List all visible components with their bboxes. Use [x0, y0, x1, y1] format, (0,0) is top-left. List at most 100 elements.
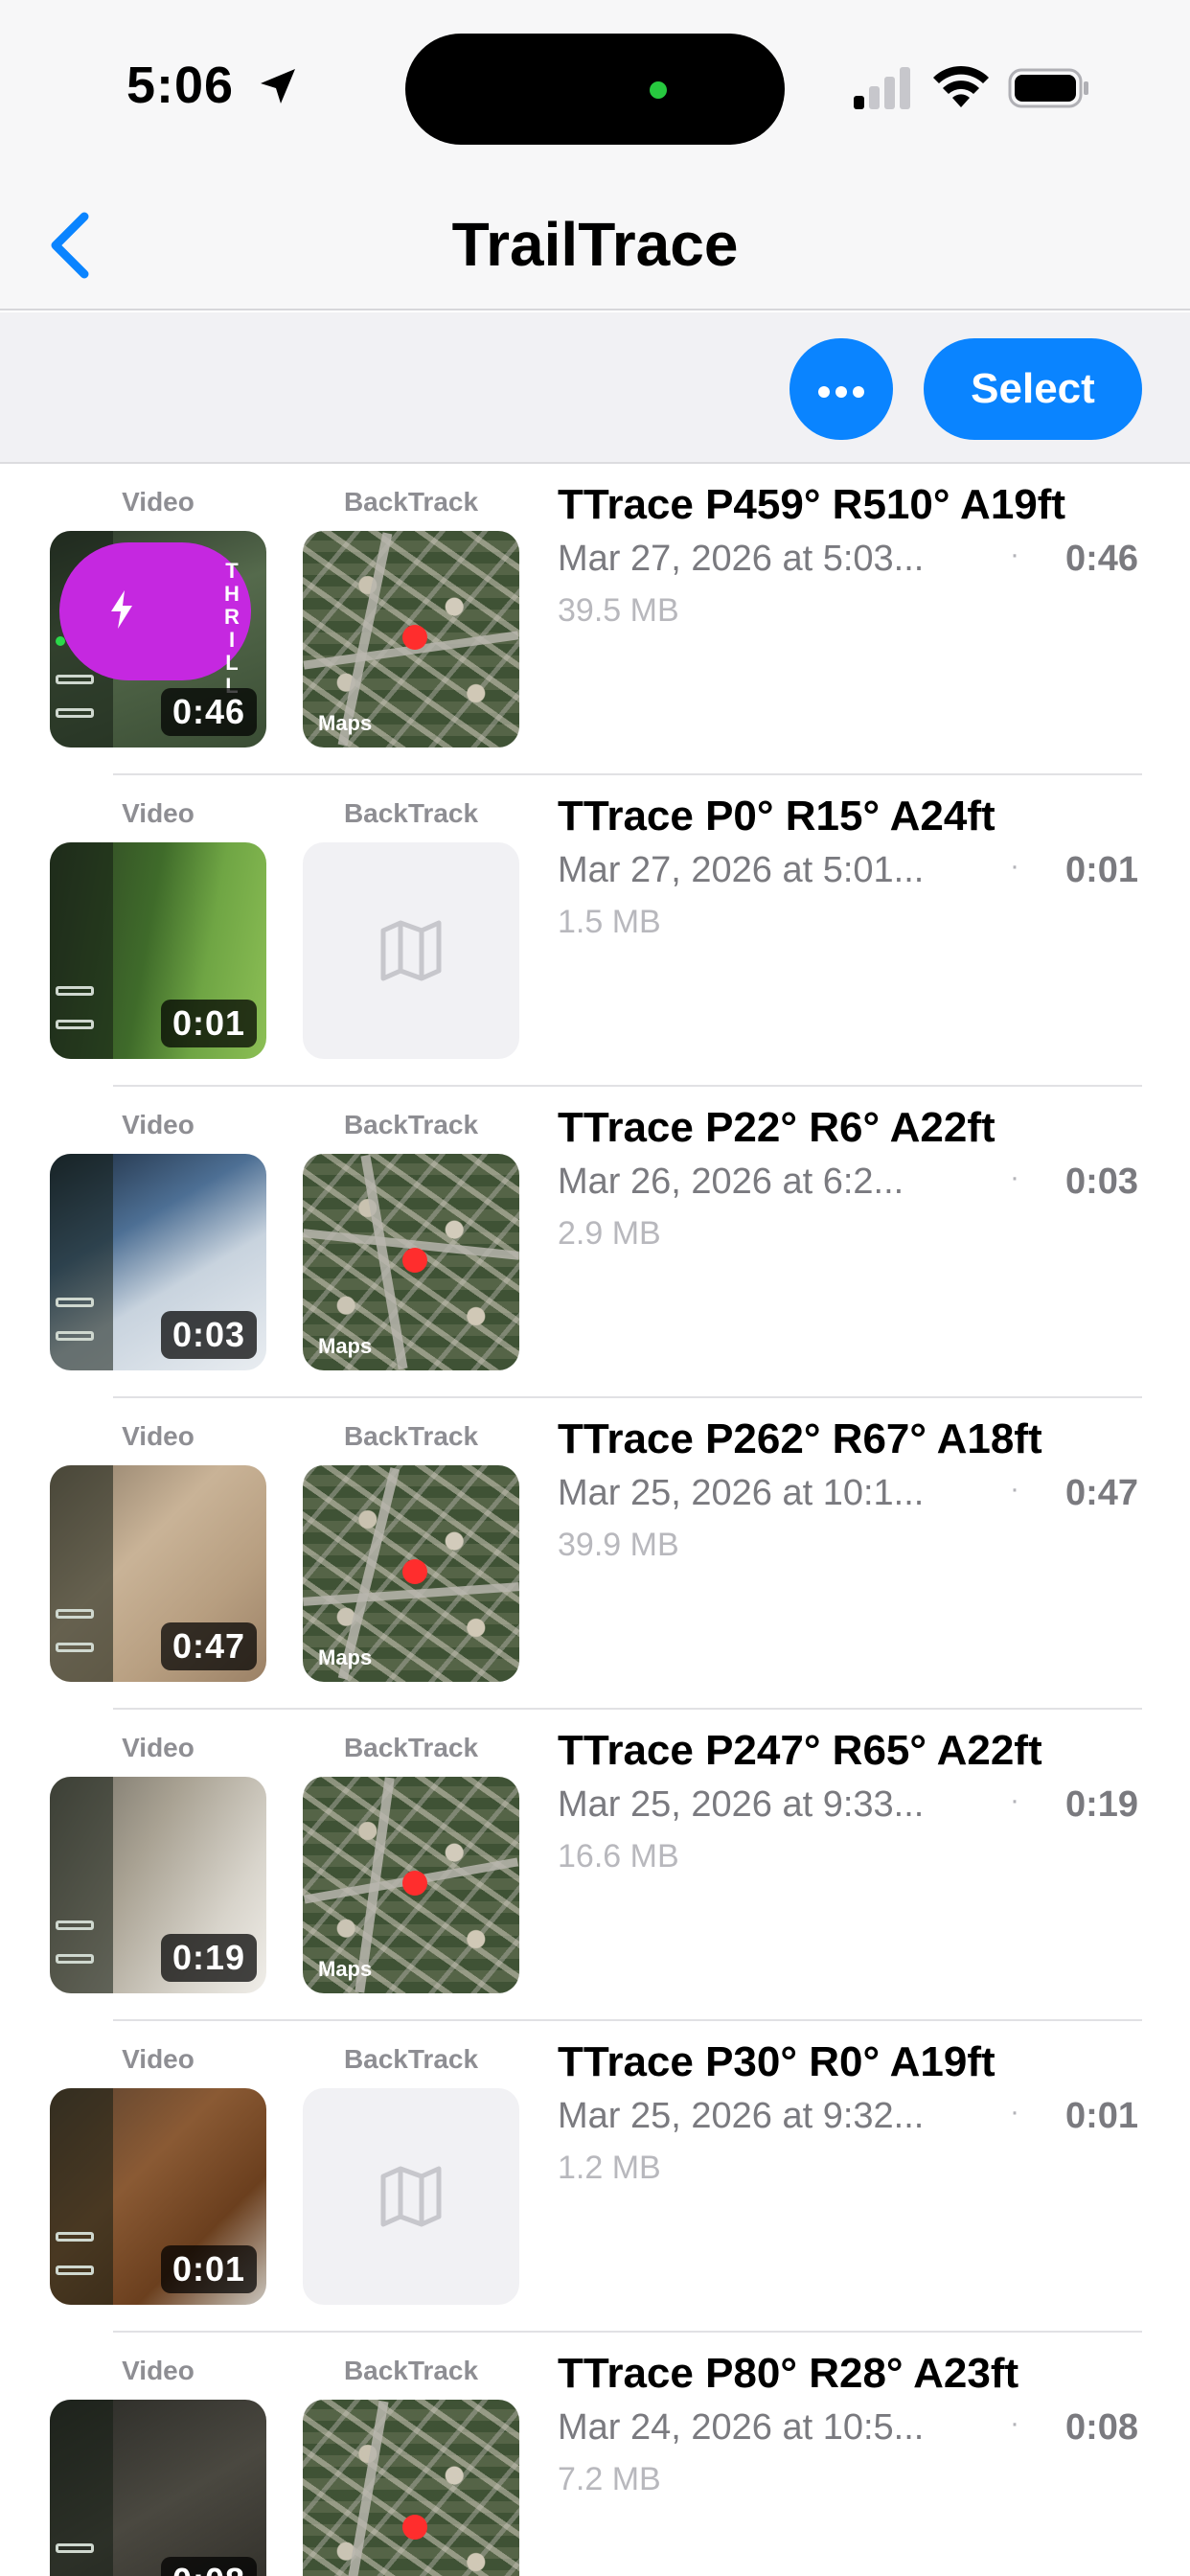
video-thumbnail[interactable]: THRILL 0:46 [50, 531, 266, 748]
map-icon [380, 2166, 442, 2227]
recording-length: 0:01 [1064, 2096, 1138, 2136]
status-bar: 5:06 [0, 0, 1190, 172]
toolbar: Select [0, 312, 1190, 464]
separator-dot: · [1010, 1162, 1019, 1193]
recording-title: TTrace P30° R0° A19ft [558, 2038, 995, 2085]
location-pin [402, 625, 427, 650]
hud-mark [56, 1298, 94, 1307]
map-thumbnail[interactable]: Maps [303, 1465, 519, 1682]
backtrack-column-label: BackTrack [343, 798, 479, 828]
recording-date: Mar 25, 2026 at 9:33... [558, 1784, 925, 1825]
location-arrow-icon [261, 69, 295, 104]
backtrack-column-label: BackTrack [343, 2356, 479, 2385]
hud-overlay [50, 1154, 113, 1370]
cellular-signal-icon [854, 67, 910, 109]
video-column-label: Video [122, 1421, 195, 1451]
maps-logo: Maps [318, 1957, 373, 1981]
map-thumbnail[interactable] [303, 2400, 519, 2576]
recording-length: 0:03 [1064, 1162, 1138, 1202]
video-thumbnail[interactable]: 0:03 [50, 1154, 266, 1370]
map-placeholder[interactable] [303, 842, 519, 1059]
video-thumbnail[interactable]: 0:01 [50, 2088, 266, 2305]
file-size: 1.5 MB [558, 904, 661, 940]
duration-badge: 0:47 [160, 1622, 257, 1670]
hud-mark [56, 708, 94, 718]
lightning-icon [111, 590, 132, 629]
separator-dot: · [1010, 1473, 1019, 1505]
video-column-label: Video [122, 1110, 195, 1139]
video-column-label: Video [122, 2356, 195, 2385]
select-button[interactable]: Select [924, 338, 1142, 440]
recording-date: Mar 25, 2026 at 10:1... [558, 1473, 925, 1513]
map-road [303, 1582, 519, 1606]
recording-title: TTrace P22° R6° A22ft [558, 1104, 995, 1151]
backtrack-column-label: BackTrack [343, 2044, 479, 2074]
more-options-button[interactable] [790, 338, 893, 440]
location-pin [402, 1871, 427, 1896]
video-column-label: Video [122, 2044, 195, 2074]
list-item[interactable]: Video BackTrack 0:01 TTrace P30° R0° A19… [0, 2021, 1190, 2333]
video-thumbnail[interactable]: 0:01 [50, 842, 266, 1059]
video-thumbnail[interactable]: 0:47 [50, 1465, 266, 1682]
separator-dot: · [1010, 850, 1019, 882]
list-item[interactable]: Video BackTrack 0:19 Maps TTrace P247° R… [0, 1710, 1190, 2021]
thrill-badge[interactable]: THRILL [59, 542, 251, 698]
recording-date: Mar 26, 2026 at 6:2... [558, 1162, 904, 1202]
backtrack-column-label: BackTrack [343, 1110, 479, 1139]
recording-length: 0:46 [1064, 539, 1138, 579]
map-thumbnail[interactable]: Maps [303, 1154, 519, 1370]
hud-mark [56, 1920, 94, 1930]
video-column-label: Video [122, 487, 195, 517]
duration-badge: 0:08 [160, 2557, 257, 2576]
navigation-bar: TrailTrace [0, 172, 1190, 310]
file-size: 39.5 MB [558, 592, 679, 629]
hud-mark [56, 1643, 94, 1652]
recordings-list: Video BackTrack THRILL 0:46 Maps TTrace … [0, 464, 1190, 2576]
map-road [341, 2400, 389, 2576]
location-pin [402, 1248, 427, 1273]
status-time: 5:06 [126, 57, 235, 114]
recording-title: TTrace P80° R28° A23ft [558, 2350, 1019, 2397]
separator-dot: · [1010, 2407, 1019, 2439]
camera-indicator-dot [650, 81, 667, 99]
backtrack-column-label: BackTrack [343, 1421, 479, 1451]
hud-mark [56, 1331, 94, 1341]
dynamic-island [405, 34, 785, 145]
recording-length: 0:08 [1064, 2407, 1138, 2448]
hud-overlay [50, 1465, 113, 1682]
file-size: 39.9 MB [558, 1527, 679, 1563]
separator-dot: · [1010, 2096, 1019, 2128]
backtrack-column-label: BackTrack [343, 1733, 479, 1762]
file-size: 7.2 MB [558, 2461, 661, 2497]
list-item[interactable]: Video BackTrack 0:47 Maps TTrace P262° R… [0, 1398, 1190, 1710]
file-size: 2.9 MB [558, 1215, 661, 1252]
hud-overlay [50, 1777, 113, 1993]
hud-mark [56, 2543, 94, 2553]
ellipsis-dot [853, 386, 864, 398]
recording-date: Mar 27, 2026 at 5:01... [558, 850, 925, 890]
map-thumbnail[interactable]: Maps [303, 1777, 519, 1993]
file-size: 1.2 MB [558, 2150, 661, 2186]
hud-mark [56, 2232, 94, 2242]
recording-title: TTrace P0° R15° A24ft [558, 793, 995, 840]
video-column-label: Video [122, 798, 195, 828]
video-thumbnail[interactable]: 0:19 [50, 1777, 266, 1993]
duration-badge: 0:01 [160, 2245, 257, 2293]
recording-title: TTrace P459° R510° A19ft [558, 481, 1066, 528]
video-thumbnail[interactable]: 0:08 [50, 2400, 266, 2576]
duration-badge: 0:01 [160, 1000, 257, 1047]
wifi-icon [933, 65, 989, 107]
recording-length: 0:47 [1064, 1473, 1138, 1513]
recording-date: Mar 27, 2026 at 5:03... [558, 539, 925, 579]
map-placeholder[interactable] [303, 2088, 519, 2305]
hud-mark [56, 675, 94, 684]
list-item[interactable]: Video BackTrack THRILL 0:46 Maps TTrace … [0, 464, 1190, 775]
list-item[interactable]: Video BackTrack 0:01 TTrace P0° R15° A24… [0, 775, 1190, 1087]
recording-title: TTrace P262° R67° A18ft [558, 1415, 1042, 1462]
hud-overlay [50, 842, 113, 1059]
map-thumbnail[interactable]: Maps [303, 531, 519, 748]
hud-mark [56, 2266, 94, 2275]
list-item[interactable]: Video BackTrack 0:08 TTrace P80° R28° A2… [0, 2333, 1190, 2576]
duration-badge: 0:03 [160, 1311, 257, 1359]
list-item[interactable]: Video BackTrack 0:03 Maps TTrace P22° R6… [0, 1087, 1190, 1398]
